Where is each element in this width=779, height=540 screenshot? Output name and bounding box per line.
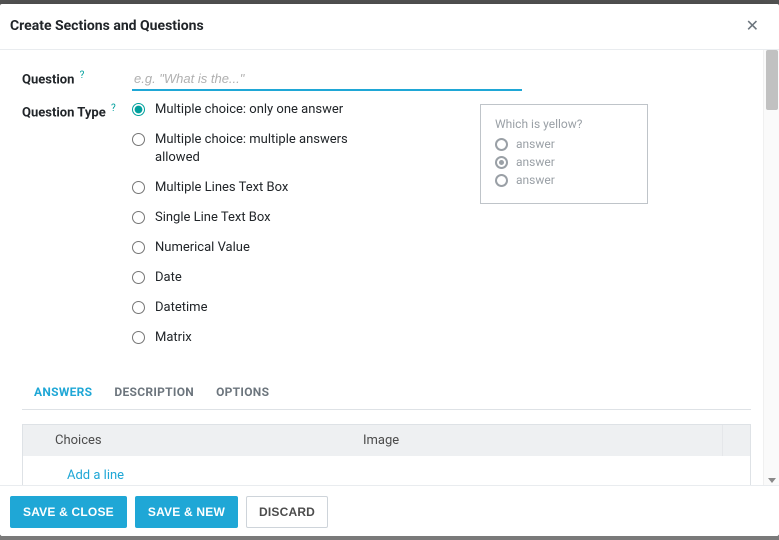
type-option-label: Matrix [155,329,192,347]
preview-title: Which is yellow? [495,117,633,131]
grid-body: Add a line [23,456,750,485]
type-option-label: Date [155,269,182,287]
type-option-label: Datetime [155,299,207,317]
radio-icon [495,156,508,169]
page-bottom-bar [0,536,779,540]
modal-scroll[interactable]: Question ? Question Type ? Multiple c [0,50,763,485]
grid-header: Choices Image [23,425,750,456]
type-row: Question Type ? Multiple choice: only on… [22,101,751,359]
type-option-label: Multiple choice: only one answer [155,101,343,119]
close-icon[interactable]: ✕ [742,12,763,39]
question-label-text: Question [22,72,74,87]
col-choices[interactable]: Choices [23,425,353,456]
col-actions [722,425,750,456]
scrollbar-thumb[interactable] [766,50,778,110]
type-options: Multiple choice: only one answer Multipl… [132,101,480,359]
type-radio[interactable] [132,133,145,146]
save-new-button[interactable]: SAVE & NEW [135,496,238,528]
preview-option-label: answer [516,155,555,169]
type-radio[interactable] [132,331,145,344]
type-radio[interactable] [132,211,145,224]
type-option-date[interactable]: Date [132,269,480,287]
type-option-label: Multiple choice: multiple answers allowe… [155,131,375,167]
save-close-button[interactable]: SAVE & CLOSE [10,496,127,528]
type-help-icon[interactable]: ? [111,103,116,114]
type-option-multiline[interactable]: Multiple Lines Text Box [132,179,480,197]
question-help-icon[interactable]: ? [80,70,85,81]
type-field: Multiple choice: only one answer Multipl… [132,101,751,359]
modal-header: Create Sections and Questions ✕ [0,4,779,50]
type-radio[interactable] [132,181,145,194]
modal-footer: SAVE & CLOSE SAVE & NEW DISCARD [0,485,779,536]
preview-option: answer [495,173,633,187]
vertical-scrollbar[interactable] [763,50,779,485]
type-option-numerical[interactable]: Numerical Value [132,239,480,257]
question-label: Question ? [22,68,132,91]
type-radio[interactable] [132,103,145,116]
discard-button[interactable]: DISCARD [246,496,328,528]
type-option-label: Multiple Lines Text Box [155,179,288,197]
type-option-mc-multi[interactable]: Multiple choice: multiple answers allowe… [132,131,480,167]
type-radio[interactable] [132,301,145,314]
preview-option-label: answer [516,137,555,151]
modal-body: Question ? Question Type ? Multiple c [0,50,779,485]
question-input[interactable] [132,68,522,91]
tab-answers[interactable]: ANSWERS [34,377,92,409]
type-option-singleline[interactable]: Single Line Text Box [132,209,480,227]
modal-title: Create Sections and Questions [10,18,204,34]
preview-option: answer [495,155,633,169]
type-radio[interactable] [132,241,145,254]
add-line-link[interactable]: Add a line [23,456,750,485]
type-label-text: Question Type [22,105,106,120]
answers-grid: Choices Image Add a line [22,424,751,485]
modal: Create Sections and Questions ✕ Question… [0,4,779,536]
tab-description[interactable]: DESCRIPTION [114,377,194,409]
tabs: ANSWERS DESCRIPTION OPTIONS [22,377,751,410]
preview-option-label: answer [516,173,555,187]
type-option-matrix[interactable]: Matrix [132,329,480,347]
col-image[interactable]: Image [353,425,722,456]
preview-option: answer [495,137,633,151]
chevron-down-icon[interactable] [768,478,776,483]
type-option-mc-single[interactable]: Multiple choice: only one answer [132,101,480,119]
question-row: Question ? [22,68,751,91]
type-label: Question Type ? [22,101,132,359]
type-option-label: Numerical Value [155,239,250,257]
question-type-preview: Which is yellow? answer answer answer [480,104,648,204]
type-option-label: Single Line Text Box [155,209,271,227]
tab-options[interactable]: OPTIONS [216,377,269,409]
radio-icon [495,138,508,151]
question-field [132,68,751,91]
radio-icon [495,174,508,187]
type-option-datetime[interactable]: Datetime [132,299,480,317]
type-radio[interactable] [132,271,145,284]
